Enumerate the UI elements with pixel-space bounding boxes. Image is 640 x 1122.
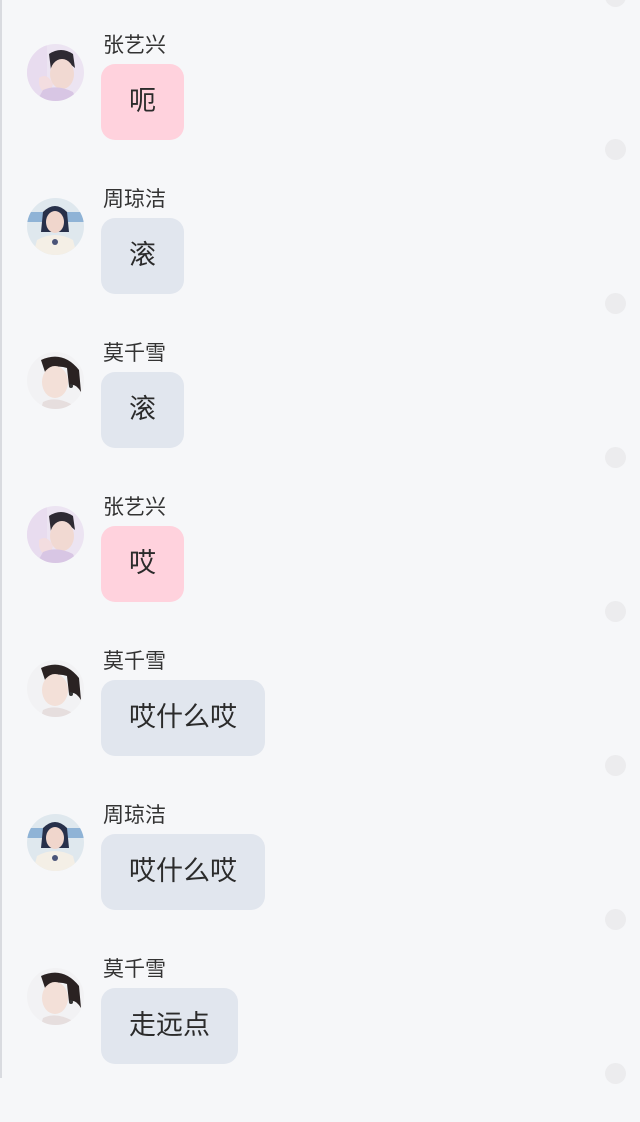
sender-name: 张艺兴: [103, 495, 166, 519]
sender-name: 莫千雪: [103, 341, 166, 365]
sender-name: 张艺兴: [103, 33, 166, 57]
male-portrait-icon: [27, 44, 84, 101]
chat-message: 张艺兴 呃: [0, 33, 640, 198]
avatar-female-portrait-profile[interactable]: [27, 352, 84, 409]
message-bubble[interactable]: 呃: [101, 64, 184, 140]
status-dot: [605, 139, 626, 160]
male-portrait-icon: [27, 506, 84, 563]
female-profile-icon: [27, 660, 84, 717]
sender-name: 莫千雪: [103, 649, 166, 673]
chat-message: 周琼洁 滚: [0, 187, 640, 352]
avatar-male-portrait[interactable]: [27, 44, 84, 101]
message-bubble[interactable]: 哎什么哎: [101, 680, 265, 756]
message-bubble[interactable]: 滚: [101, 372, 184, 448]
avatar-female-portrait-profile[interactable]: [27, 660, 84, 717]
sender-name: 周琼洁: [103, 803, 166, 827]
status-dot: [605, 909, 626, 930]
status-dot: [605, 755, 626, 776]
status-dot: [605, 447, 626, 468]
message-bubble[interactable]: 滚: [101, 218, 184, 294]
chat-message: 莫千雪 哎什么哎: [0, 649, 640, 814]
sender-name: 莫千雪: [103, 957, 166, 981]
avatar-female-portrait-blue[interactable]: [27, 814, 84, 871]
sender-name: 周琼洁: [103, 187, 166, 211]
message-bubble[interactable]: 哎什么哎: [101, 834, 265, 910]
status-dot: [605, 0, 626, 7]
female-profile-icon: [27, 352, 84, 409]
female-portrait-icon: [27, 198, 84, 255]
status-dot: [605, 601, 626, 622]
message-bubble[interactable]: 走远点: [101, 988, 238, 1064]
chat-message: 张艺兴 哎: [0, 495, 640, 660]
avatar-male-portrait[interactable]: [27, 506, 84, 563]
avatar-female-portrait-blue[interactable]: [27, 198, 84, 255]
chat-message: 莫千雪 滚: [0, 341, 640, 506]
status-dot: [605, 1063, 626, 1084]
avatar-female-portrait-profile[interactable]: [27, 968, 84, 1025]
chat-message-list[interactable]: 张艺兴 呃 周琼洁 滚 莫千雪 滚 张艺兴 哎 莫千雪 哎什么哎 周琼洁 哎什么…: [0, 0, 640, 1084]
chat-message: 周琼洁 哎什么哎: [0, 803, 640, 968]
status-dot: [605, 293, 626, 314]
message-bubble[interactable]: 哎: [101, 526, 184, 602]
female-portrait-icon: [27, 814, 84, 871]
female-profile-icon: [27, 968, 84, 1025]
chat-message: 莫千雪 走远点: [0, 957, 640, 1122]
